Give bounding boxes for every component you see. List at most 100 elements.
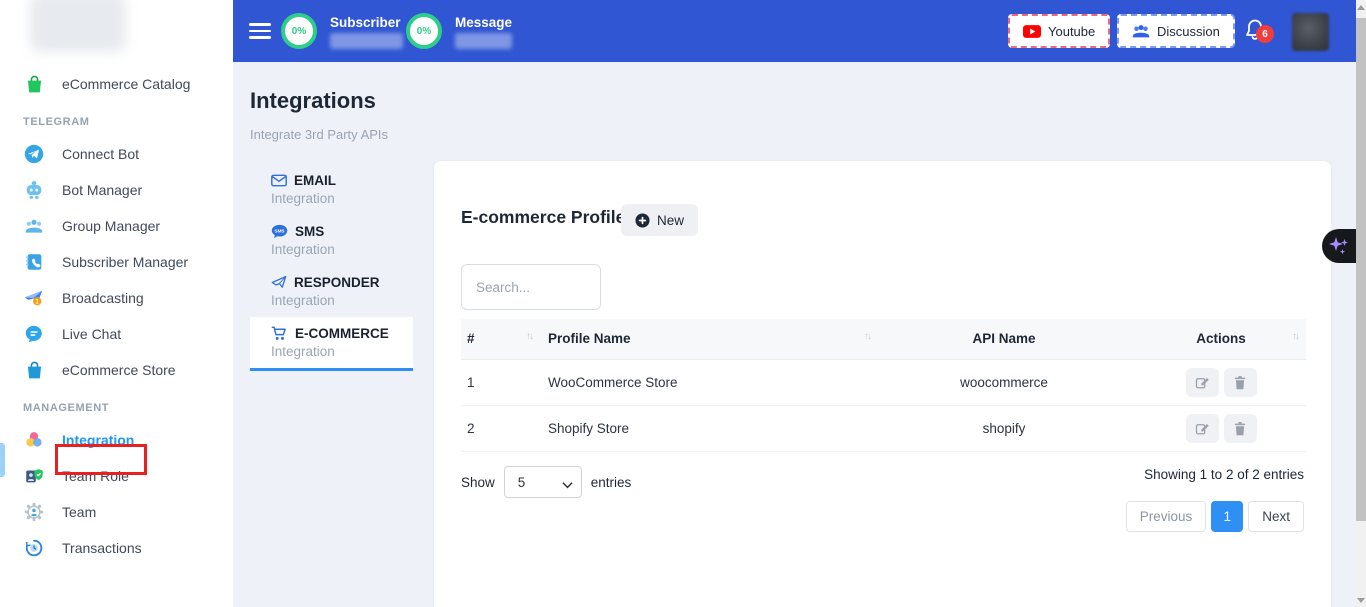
sort-icon[interactable]: ↑↓ bbox=[864, 331, 870, 342]
sparkles-icon bbox=[1327, 234, 1351, 258]
row-number: 2 bbox=[461, 405, 542, 451]
sidebar-item-bot-manager[interactable]: Bot Manager bbox=[0, 172, 233, 208]
ai-assistant-button[interactable] bbox=[1322, 229, 1356, 263]
ecommerce-profile-card: E-commerce Profile New #↑↓ Profile Name↑… bbox=[433, 160, 1332, 607]
subscriber-value-blurred bbox=[330, 33, 403, 49]
sidebar-item-label: Team bbox=[62, 504, 96, 520]
edit-button[interactable] bbox=[1186, 414, 1219, 443]
plus-circle-icon bbox=[635, 213, 650, 228]
table-row: 1 WooCommerce Store woocommerce bbox=[461, 359, 1306, 405]
sidebar-item-label: Bot Manager bbox=[62, 182, 142, 198]
profile-name-cell: Shopify Store bbox=[542, 405, 872, 451]
sidebar-item-ecommerce-catalog[interactable]: eCommerce Catalog bbox=[0, 66, 233, 102]
showing-entries-text: Showing 1 to 2 of 2 entries bbox=[1144, 467, 1304, 482]
svg-text:SMS: SMS bbox=[274, 229, 284, 234]
sidebar-item-subscriber-manager[interactable]: Subscriber Manager bbox=[0, 244, 233, 280]
page-size-control: Show 5 entries bbox=[461, 466, 631, 498]
youtube-button[interactable]: Youtube bbox=[1008, 14, 1110, 48]
sidebar-section-management: MANAGEMENT bbox=[0, 388, 233, 422]
sort-icon[interactable]: ↑↓ bbox=[526, 331, 532, 342]
sidebar-item-label: Connect Bot bbox=[62, 146, 139, 162]
page-subtitle: Integrate 3rd Party APIs bbox=[250, 127, 388, 142]
app-logo-blurred bbox=[30, 0, 126, 52]
sidebar-item-connect-bot[interactable]: Connect Bot bbox=[0, 136, 233, 172]
delete-button[interactable] bbox=[1224, 368, 1257, 397]
color-circles-icon bbox=[23, 429, 45, 451]
next-page-button[interactable]: Next bbox=[1248, 501, 1304, 532]
integration-type-nav: EMAIL Integration SMS SMS Integration RE… bbox=[250, 164, 413, 371]
panel-heading: E-commerce Profile bbox=[461, 207, 625, 228]
sidebar-item-broadcasting[interactable]: 1 Broadcasting bbox=[0, 280, 233, 316]
scrollbar-thumb[interactable] bbox=[1356, 18, 1366, 521]
column-header-actions[interactable]: Actions↑↓ bbox=[1136, 319, 1306, 359]
profile-name-cell: WooCommerce Store bbox=[542, 359, 872, 405]
user-avatar[interactable] bbox=[1292, 13, 1329, 51]
new-profile-button[interactable]: New bbox=[621, 204, 698, 236]
vertical-scrollbar[interactable] bbox=[1356, 0, 1366, 607]
tab-sms-integration[interactable]: SMS SMS Integration bbox=[250, 215, 413, 266]
chat-bubble-icon bbox=[23, 323, 45, 345]
discussion-button[interactable]: Discussion bbox=[1117, 14, 1235, 48]
sidebar-item-label: Group Manager bbox=[62, 218, 160, 234]
previous-page-button[interactable]: Previous bbox=[1126, 501, 1207, 532]
tab-responder-integration[interactable]: RESPONDER Integration bbox=[250, 266, 413, 317]
page-size-select[interactable]: 5 bbox=[504, 466, 582, 498]
scrollbar-down-arrow[interactable] bbox=[1357, 598, 1365, 603]
active-item-indicator bbox=[0, 443, 5, 477]
sidebar-nav: eCommerce Catalog TELEGRAM Connect Bot B… bbox=[0, 66, 233, 566]
message-percent: 0% bbox=[417, 26, 431, 37]
delete-button[interactable] bbox=[1224, 414, 1257, 443]
sidebar-item-label: Transactions bbox=[62, 540, 142, 556]
user-group-icon bbox=[23, 215, 45, 237]
show-label: Show bbox=[461, 475, 495, 490]
tab-title: E-COMMERCE bbox=[295, 326, 389, 341]
edit-icon bbox=[1195, 375, 1210, 390]
table-row: 2 Shopify Store shopify bbox=[461, 405, 1306, 451]
sidebar-item-integration[interactable]: Integration bbox=[0, 422, 233, 458]
sidebar-item-live-chat[interactable]: Live Chat bbox=[0, 316, 233, 352]
badge-shield-icon bbox=[23, 465, 45, 487]
history-clock-icon bbox=[23, 537, 45, 559]
column-header-num[interactable]: #↑↓ bbox=[461, 319, 542, 359]
subscriber-progress-ring: 0% bbox=[281, 13, 317, 49]
sidebar-item-team[interactable]: Team bbox=[0, 494, 233, 530]
search-input[interactable] bbox=[461, 264, 601, 310]
sidebar-item-team-role[interactable]: Team Role bbox=[0, 458, 233, 494]
scrollbar-up-arrow[interactable] bbox=[1357, 5, 1365, 10]
sidebar-item-transactions[interactable]: Transactions bbox=[0, 530, 233, 566]
gear-user-icon bbox=[23, 501, 45, 523]
sidebar-item-label: eCommerce Store bbox=[62, 362, 176, 378]
subscriber-widget-label: Subscriber bbox=[330, 15, 401, 30]
youtube-icon bbox=[1023, 25, 1041, 38]
sidebar-item-label: eCommerce Catalog bbox=[62, 76, 190, 92]
hamburger-menu-icon[interactable] bbox=[249, 23, 271, 39]
sidebar-item-label: Integration bbox=[62, 432, 134, 448]
tab-ecommerce-integration[interactable]: E-COMMERCE Integration bbox=[250, 317, 413, 371]
shopping-bag-icon bbox=[23, 73, 45, 95]
sidebar-item-label: Subscriber Manager bbox=[62, 254, 188, 270]
message-progress-ring: 0% bbox=[406, 13, 442, 49]
users-icon bbox=[1132, 24, 1150, 38]
tab-email-integration[interactable]: EMAIL Integration bbox=[250, 164, 413, 215]
tab-subtitle: Integration bbox=[271, 242, 413, 257]
edit-icon bbox=[1195, 421, 1210, 436]
column-header-profile-name[interactable]: Profile Name↑↓ bbox=[542, 319, 872, 359]
sort-icon[interactable]: ↑↓ bbox=[1292, 331, 1298, 342]
envelope-icon bbox=[271, 174, 287, 187]
edit-button[interactable] bbox=[1186, 368, 1219, 397]
message-widget-label: Message bbox=[455, 15, 512, 30]
api-name-cell: woocommerce bbox=[872, 359, 1136, 405]
tab-title: EMAIL bbox=[294, 173, 336, 188]
sidebar-section-telegram: TELEGRAM bbox=[0, 102, 233, 136]
column-header-api-name[interactable]: API Name bbox=[872, 319, 1136, 359]
paper-plane-icon bbox=[271, 275, 287, 290]
sidebar-item-group-manager[interactable]: Group Manager bbox=[0, 208, 233, 244]
pagination: Previous 1 Next bbox=[1126, 501, 1304, 532]
api-name-cell: shopify bbox=[872, 405, 1136, 451]
sidebar-item-ecommerce-store[interactable]: eCommerce Store bbox=[0, 352, 233, 388]
new-button-label: New bbox=[657, 213, 684, 228]
notification-count-badge: 6 bbox=[1256, 25, 1274, 43]
notification-bell[interactable]: 6 bbox=[1243, 17, 1273, 47]
page-1-button[interactable]: 1 bbox=[1211, 501, 1243, 532]
message-value-blurred bbox=[455, 33, 512, 49]
